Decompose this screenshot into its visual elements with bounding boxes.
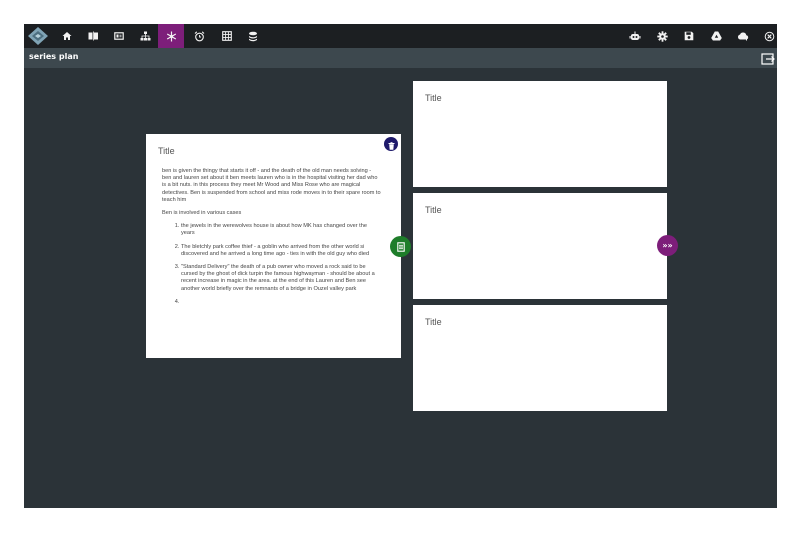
card-icon[interactable] — [106, 24, 132, 48]
trash-icon — [388, 135, 395, 154]
book-icon[interactable] — [80, 24, 106, 48]
app-window: series plan Title ben is given the thing… — [24, 24, 777, 508]
summary-paragraph: ben is given the thingy that starts it o… — [162, 168, 381, 203]
list-button[interactable] — [390, 236, 411, 257]
drive-icon[interactable] — [703, 24, 729, 48]
cases-list: the jewels in the werewolves house is ab… — [162, 223, 382, 306]
main-card: Title ben is given the thingy that start… — [146, 134, 401, 358]
snowflake-icon[interactable] — [158, 24, 184, 48]
side-card-title[interactable]: Title — [425, 205, 442, 215]
list-item: The bletchly park coffee thief - a gobli… — [181, 244, 382, 258]
layers-icon[interactable] — [240, 24, 266, 48]
app-logo-icon[interactable] — [26, 26, 50, 46]
save-icon[interactable] — [676, 24, 702, 48]
robot-icon[interactable] — [622, 24, 648, 48]
page-title: series plan — [29, 52, 79, 61]
list-item: "Standard Delivery" the death of a pub o… — [181, 264, 382, 293]
gear-icon[interactable] — [649, 24, 675, 48]
side-card-3[interactable]: Title — [413, 305, 667, 411]
grid-icon[interactable] — [214, 24, 240, 48]
list-item — [181, 299, 382, 306]
side-card-title[interactable]: Title — [425, 93, 442, 103]
top-toolbar — [24, 24, 777, 48]
next-button-label: »» — [662, 241, 673, 250]
page-header-bar: series plan — [24, 48, 777, 68]
home-icon[interactable] — [54, 24, 80, 48]
cases-paragraph: Ben is involved in various cases — [162, 210, 242, 217]
delete-button[interactable] — [384, 137, 398, 151]
side-card-2[interactable]: Title — [413, 193, 667, 299]
side-card-title[interactable]: Title — [425, 317, 442, 327]
side-card-1[interactable]: Title — [413, 81, 667, 187]
next-button[interactable]: »» — [657, 235, 678, 256]
cloud-upload-icon[interactable] — [730, 24, 756, 48]
alarm-clock-icon[interactable] — [186, 24, 212, 48]
main-card-body[interactable]: ben is given the thingy that starts it o… — [162, 168, 382, 312]
list-icon — [396, 237, 405, 256]
close-icon[interactable] — [756, 24, 777, 48]
main-card-title[interactable]: Title — [158, 146, 175, 156]
list-item: the jewels in the werewolves house is ab… — [181, 223, 382, 237]
sitemap-icon[interactable] — [132, 24, 158, 48]
exit-icon[interactable] — [761, 51, 775, 65]
